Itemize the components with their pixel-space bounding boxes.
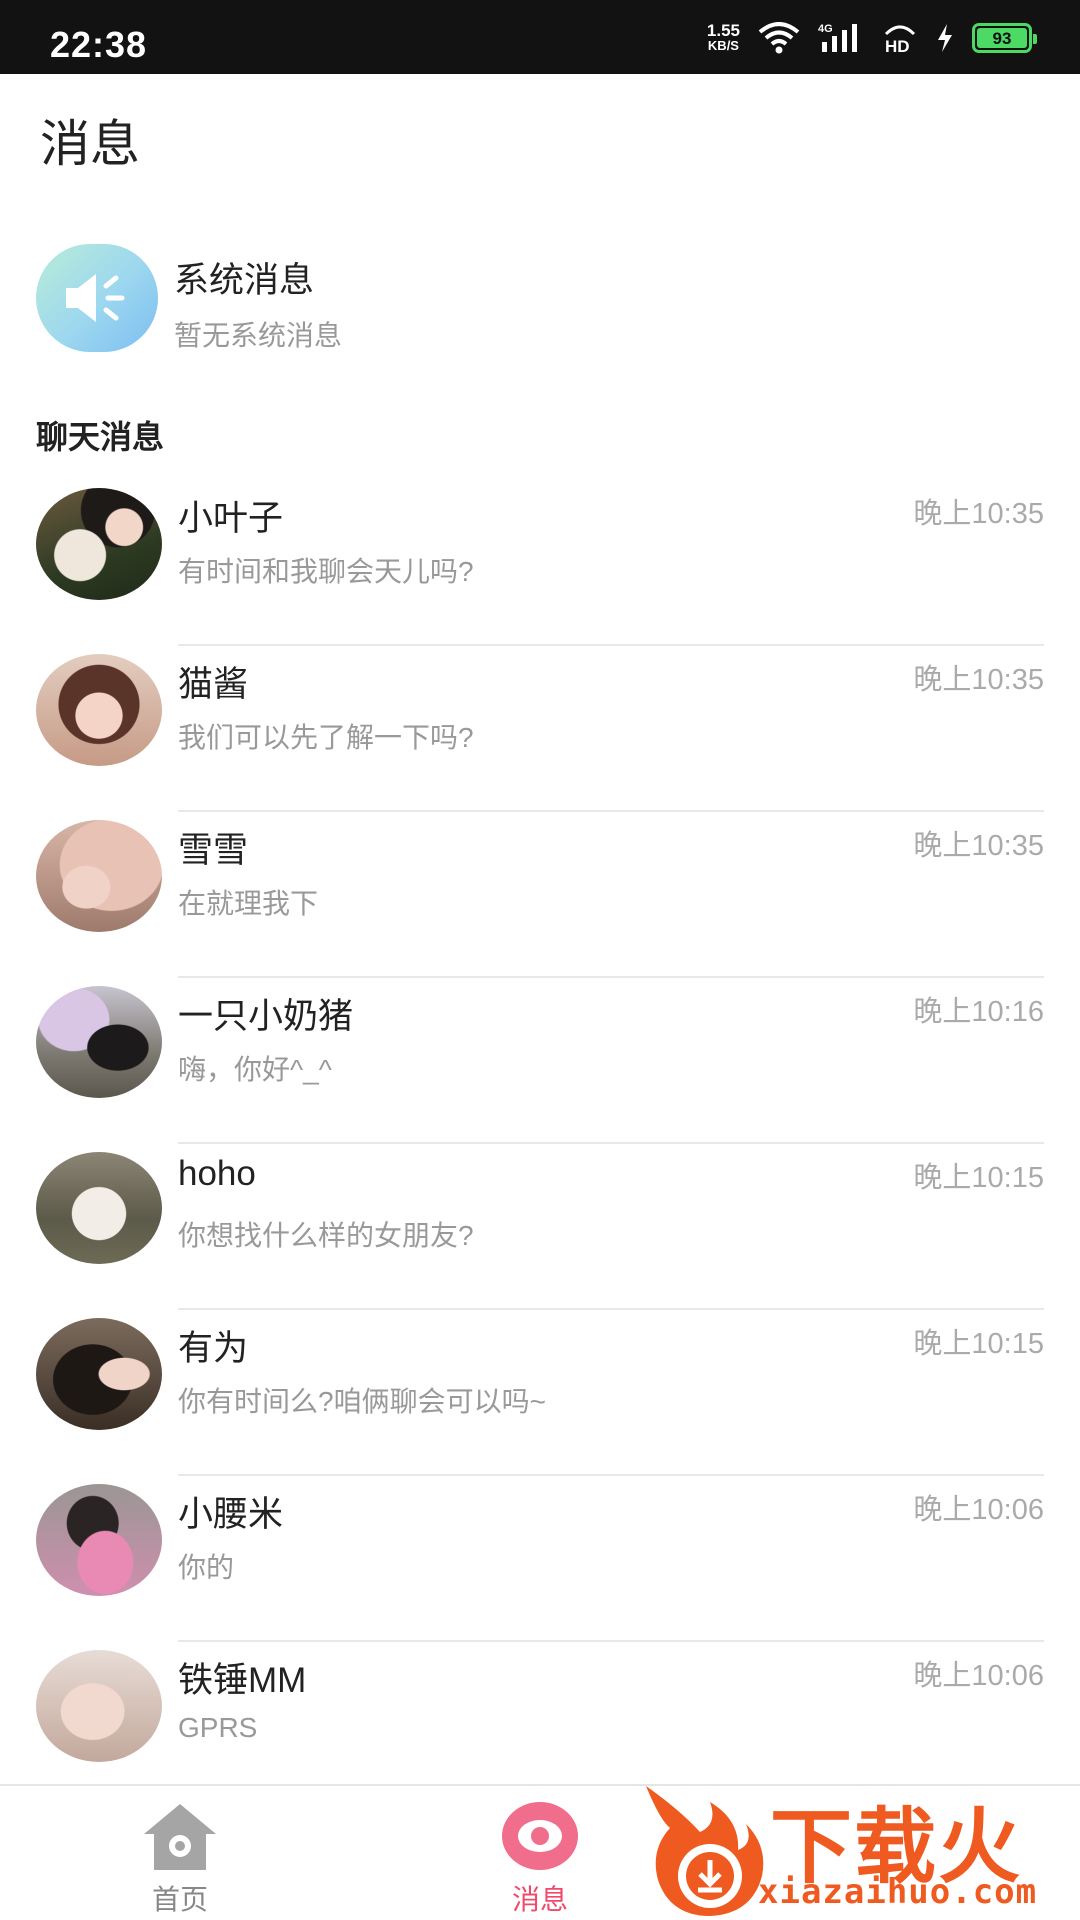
avatar: [36, 1484, 162, 1596]
nav-home-tab[interactable]: 首页: [100, 1800, 260, 1918]
chat-name: 雪雪: [178, 831, 249, 870]
watermark-url: xiazaihuo.com: [758, 1872, 1038, 1912]
nav-messages-tab[interactable]: 消息: [460, 1800, 620, 1918]
status-icons: 1.55 KB/S 4G HD 93: [706, 18, 1037, 58]
status-bar: 22:38 1.55 KB/S 4G HD 93: [0, 0, 1080, 74]
avatar: [36, 1318, 162, 1430]
chat-last-message: 有时间和我聊会天儿吗?: [178, 556, 474, 587]
chat-item[interactable]: 有为 你有时间么?咱俩聊会可以吗~ 晚上10:15: [0, 1310, 1080, 1476]
avatar: [36, 654, 162, 766]
chat-time: 晚上10:16: [913, 996, 1044, 1028]
system-messages-title: 系统消息: [174, 261, 315, 301]
chat-name: 小叶子: [178, 499, 284, 538]
chat-time: 晚上10:35: [913, 664, 1044, 696]
avatar: [36, 488, 162, 600]
status-time: 22:38: [50, 24, 148, 65]
chat-name: 小腰米: [178, 1495, 284, 1534]
chat-name: 一只小奶猪: [178, 997, 354, 1036]
speaker-icon: [36, 244, 158, 352]
chat-time: 晚上10:15: [913, 1328, 1044, 1360]
chat-name: hoho: [178, 1154, 256, 1193]
chat-name: 有为: [178, 1329, 249, 1368]
network-speed: 1.55 KB/S: [706, 21, 740, 53]
network-type-label: 4G: [818, 23, 833, 35]
battery-icon: 93: [972, 23, 1037, 53]
messages-icon: [502, 1802, 578, 1870]
hd-voice-icon: HD: [882, 22, 918, 54]
home-icon: [144, 1804, 216, 1870]
chat-last-message: 你想找什么样的女朋友?: [178, 1220, 474, 1251]
network-speed-value: 1.55: [706, 21, 740, 40]
chat-last-message: 嗨，你好^_^: [178, 1054, 332, 1085]
chat-name: 猫酱: [178, 665, 249, 704]
chat-last-message: 在就理我下: [178, 888, 319, 919]
chat-item[interactable]: hoho 你想找什么样的女朋友? 晚上10:15: [0, 1144, 1080, 1310]
wifi-icon: [758, 22, 800, 54]
chat-last-message: GPRS: [178, 1712, 258, 1743]
nav-home-label: 首页: [151, 1884, 208, 1915]
avatar: [36, 820, 162, 932]
system-messages-row[interactable]: 系统消息 暂无系统消息: [36, 244, 1044, 356]
chat-item[interactable]: 雪雪 在就理我下 晚上10:35: [0, 812, 1080, 978]
chat-item[interactable]: 小腰米 你的 晚上10:06: [0, 1476, 1080, 1642]
cell-signal-icon: 4G: [818, 22, 864, 54]
chat-time: 晚上10:15: [913, 1162, 1044, 1194]
chat-time: 晚上10:06: [913, 1660, 1044, 1692]
chat-item[interactable]: 小叶子 有时间和我聊会天儿吗? 晚上10:35: [0, 480, 1080, 646]
network-speed-unit: KB/S: [707, 38, 739, 53]
chat-item[interactable]: 一只小奶猪 嗨，你好^_^ 晚上10:16: [0, 978, 1080, 1144]
avatar: [36, 1650, 162, 1762]
chat-name: 铁锤MM: [178, 1661, 307, 1700]
chat-section-title: 聊天消息: [36, 418, 165, 456]
chat-time: 晚上10:06: [913, 1494, 1044, 1526]
charging-icon: [936, 24, 954, 52]
flame-logo-icon: [646, 1786, 764, 1916]
chat-time: 晚上10:35: [913, 498, 1044, 530]
avatar: [36, 986, 162, 1098]
battery-level: 93: [977, 28, 1027, 48]
chat-item[interactable]: 猫酱 我们可以先了解一下吗? 晚上10:35: [0, 646, 1080, 812]
hd-label: HD: [885, 37, 910, 54]
chat-list: 小叶子 有时间和我聊会天儿吗? 晚上10:35 猫酱 我们可以先了解一下吗? 晚…: [0, 480, 1080, 1808]
nav-messages-label: 消息: [511, 1884, 568, 1915]
chat-last-message: 你有时间么?咱俩聊会可以吗~: [178, 1386, 546, 1417]
chat-time: 晚上10:35: [913, 830, 1044, 862]
page-title: 消息: [40, 115, 140, 173]
chat-last-message: 我们可以先了解一下吗?: [178, 722, 474, 753]
chat-last-message: 你的: [178, 1552, 235, 1583]
watermark: 下载火 xiazaihuo.com: [640, 1780, 1080, 1920]
avatar: [36, 1152, 162, 1264]
system-messages-subtitle: 暂无系统消息: [174, 319, 343, 352]
